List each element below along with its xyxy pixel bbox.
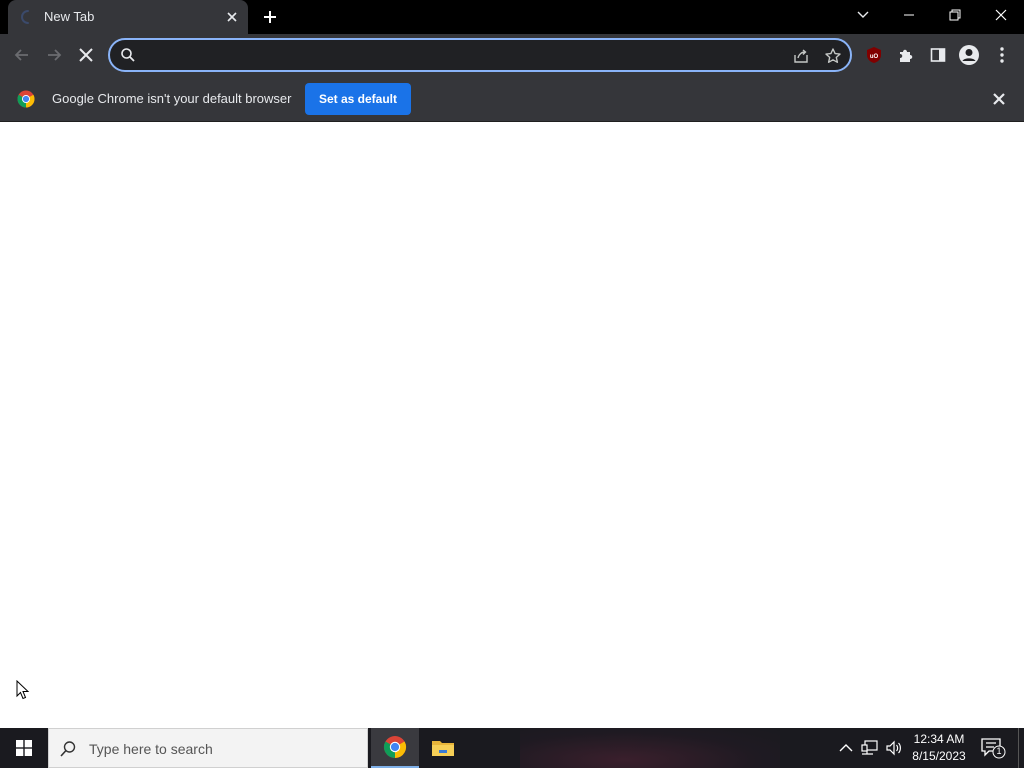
tray-volume-button[interactable] (884, 738, 904, 758)
network-icon (861, 740, 878, 755)
taskbar-file-explorer[interactable] (419, 728, 467, 768)
taskbar: Type here to search 12:34 AM 8/15/2023 1 (0, 728, 1024, 768)
ublock-extension-button[interactable]: uO (863, 44, 885, 66)
close-icon (995, 9, 1007, 21)
minimize-icon (904, 14, 914, 16)
file-explorer-icon (432, 741, 454, 756)
taskbar-search-placeholder: Type here to search (89, 741, 213, 757)
new-tab-button[interactable] (256, 4, 284, 30)
tab-strip: New Tab (0, 0, 1024, 34)
windows-logo-icon (16, 740, 32, 756)
star-icon[interactable] (824, 47, 842, 65)
chrome-icon (383, 736, 407, 758)
mouse-cursor-icon (16, 680, 30, 700)
volume-icon (886, 740, 901, 756)
show-desktop-button[interactable] (1018, 728, 1024, 768)
clock-time: 12:34 AM (913, 732, 965, 746)
chevron-down-icon (857, 11, 869, 18)
restore-icon (949, 9, 961, 21)
screen: New Tab uO Google Chrome isn't your defa… (0, 0, 1024, 768)
set-as-default-button[interactable]: Set as default (305, 83, 411, 115)
start-button[interactable] (0, 728, 48, 768)
notification-count: 1 (996, 746, 1002, 756)
minimize-button[interactable] (886, 0, 932, 30)
tray-show-hidden-button[interactable] (836, 738, 856, 758)
close-icon (79, 48, 93, 62)
tab-search-button[interactable] (840, 0, 886, 30)
clock-date: 8/15/2023 (912, 749, 966, 763)
default-browser-infobar: Google Chrome isn't your default browser… (0, 76, 1024, 122)
arrow-right-icon (48, 49, 62, 61)
action-center-button[interactable]: 1 (980, 736, 1006, 760)
search-icon (121, 48, 135, 62)
profile-icon (959, 45, 979, 65)
window-close-button[interactable] (978, 0, 1024, 30)
svg-text:uO: uO (870, 54, 879, 60)
tray-network-button[interactable] (860, 738, 880, 758)
plus-icon (264, 11, 276, 23)
chrome-menu-button[interactable] (991, 44, 1013, 66)
stop-loading-button[interactable] (73, 42, 99, 68)
kebab-menu-icon (1000, 47, 1004, 63)
side-panel-button[interactable] (927, 44, 949, 66)
close-icon[interactable] (224, 9, 240, 25)
page-content (0, 122, 1024, 728)
puzzle-icon (900, 49, 913, 62)
tab-title: New Tab (44, 9, 95, 24)
loading-spinner-icon (21, 10, 29, 24)
profile-button[interactable] (958, 44, 980, 66)
omnibox[interactable] (108, 38, 852, 72)
infobar-message: Google Chrome isn't your default browser (52, 91, 292, 106)
browser-toolbar: uO (0, 34, 1024, 76)
taskbar-chrome[interactable] (371, 728, 419, 768)
search-icon (60, 741, 76, 757)
chrome-logo-icon (17, 90, 35, 108)
extensions-button[interactable] (895, 44, 917, 66)
restore-button[interactable] (932, 0, 978, 30)
taskbar-background (520, 728, 780, 768)
forward-button[interactable] (41, 42, 67, 68)
taskbar-search-box[interactable]: Type here to search (48, 728, 368, 768)
chevron-up-icon (839, 744, 853, 752)
sidepanel-icon (930, 48, 946, 62)
ublock-icon: uO (867, 47, 881, 63)
close-icon[interactable] (991, 91, 1007, 107)
back-button[interactable] (9, 42, 35, 68)
arrow-left-icon (14, 49, 28, 61)
share-icon[interactable] (792, 47, 810, 65)
tab-new-tab[interactable]: New Tab (8, 0, 248, 34)
address-input[interactable] (144, 43, 784, 67)
taskbar-clock[interactable]: 12:34 AM 8/15/2023 (908, 731, 970, 765)
